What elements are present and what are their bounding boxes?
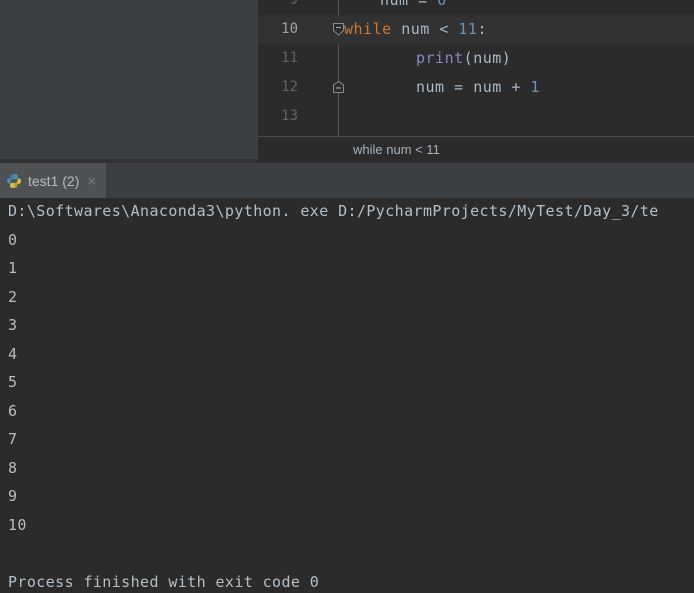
console-output-line: 5 — [8, 373, 18, 391]
console-output-line: 9 — [8, 487, 18, 505]
code-line[interactable]: 11 print(num) — [258, 44, 694, 73]
console-output-line: 2 — [8, 287, 18, 306]
console-exit-line: Process finished with exit code 0 — [8, 572, 320, 591]
console-output-line: 6 — [8, 401, 18, 420]
line-number: 13 — [281, 108, 298, 120]
fold-region-end-icon[interactable] — [331, 80, 346, 95]
code-line[interactable]: 12 num = num + 1 — [258, 73, 694, 102]
breadcrumb-bar: while num < 11 — [258, 136, 694, 163]
code-text: print(num) — [416, 49, 512, 67]
left-tool-panel — [0, 0, 258, 159]
pycharm-window: 9 num = 0 10 while num < 11: 11 print(num) 12 n… — [0, 0, 694, 593]
code-editor[interactable]: 9 num = 0 10 while num < 11: 11 print(num) 12 n… — [258, 0, 694, 136]
python-file-icon — [6, 173, 22, 189]
console-output-line: 3 — [8, 316, 18, 334]
top-zone: 9 num = 0 10 while num < 11: 11 print(num) 12 n… — [0, 0, 694, 163]
code-line[interactable]: 9 num = 0 — [258, 0, 694, 15]
line-number: 11 — [281, 50, 298, 66]
close-icon[interactable]: × — [85, 174, 96, 189]
breadcrumb[interactable]: while num < 11 — [353, 137, 440, 163]
tab-test1[interactable]: test1 (2) × — [0, 163, 107, 199]
tab-label: test1 (2) — [28, 173, 80, 189]
console-output-line: 10 — [8, 515, 27, 534]
console-output-line: 8 — [8, 458, 18, 477]
line-number: 9 — [289, 0, 298, 8]
code-text: num = 0 — [380, 0, 447, 9]
code-line[interactable]: 13 — [258, 102, 694, 120]
console-output-line: 1 — [8, 259, 18, 277]
console-output-line: 0 — [8, 230, 18, 249]
console-output-line: 4 — [8, 344, 18, 363]
code-text: num = num + 1 — [416, 78, 540, 96]
code-line[interactable]: 10 while num < 11: — [258, 15, 694, 44]
fold-collapse-icon[interactable] — [331, 22, 346, 37]
line-number: 12 — [281, 79, 298, 95]
line-number: 10 — [281, 21, 298, 37]
code-text: while num < 11: — [344, 20, 487, 38]
console-command-line: D:\Softwares\Anaconda3\python. exe D:/Py… — [8, 202, 659, 220]
run-console-output[interactable]: D:\Softwares\Anaconda3\python. exe D:/Py… — [0, 198, 694, 593]
console-output-line: 7 — [8, 430, 18, 448]
run-tool-tabbar: test1 (2) × — [0, 162, 694, 199]
